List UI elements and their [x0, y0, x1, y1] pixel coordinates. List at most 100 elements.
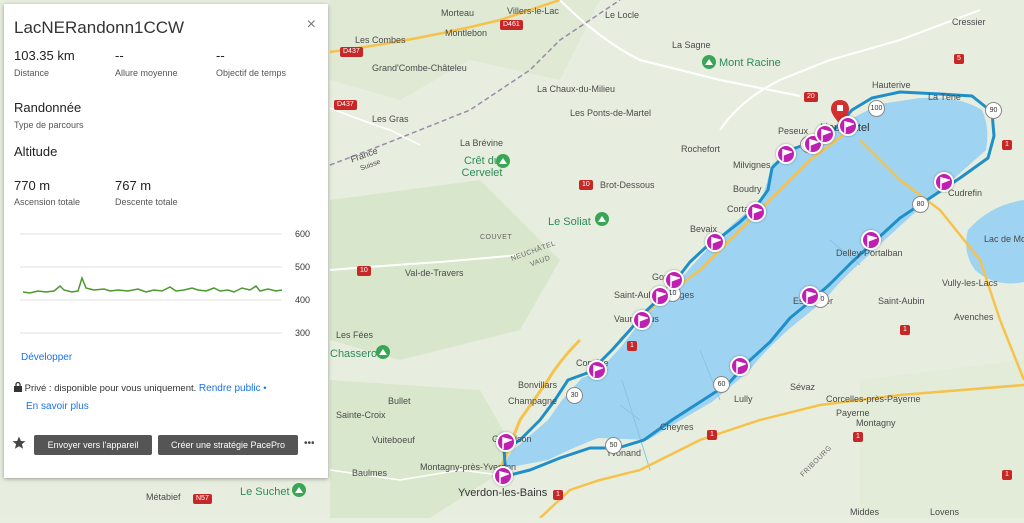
map-label-payerne: Payerne	[836, 408, 870, 418]
more-options-icon[interactable]: •••	[304, 438, 315, 449]
map-label-cheyres: Cheyres	[660, 422, 694, 432]
map-label-mont-racine: Mont Racine	[719, 57, 781, 69]
privacy-row: Privé : disponible pour vous uniquement.…	[14, 381, 267, 394]
map-label-val-de-travers: Val-de-Travers	[405, 268, 464, 278]
map-label-metabief: Métabief	[146, 492, 181, 502]
distance-label: Distance	[14, 68, 50, 78]
map-label-la-brevine: La Brévine	[460, 138, 504, 148]
waypoint-flag-icon[interactable]	[705, 232, 725, 252]
map-label-chaux-du-milieu: La Chaux-du-Milieu	[537, 84, 616, 94]
road-badge: 1	[1002, 140, 1012, 150]
learn-more-link[interactable]: En savoir plus	[26, 401, 89, 412]
map-label-les-combes: Les Combes	[355, 35, 406, 45]
distance-marker: 30	[566, 387, 583, 404]
time-goal-value: --	[216, 48, 225, 63]
elevation-axis-label: 400	[295, 295, 311, 305]
waypoint-flag-icon[interactable]	[730, 356, 750, 376]
map-label-cressier: Cressier	[952, 17, 986, 27]
road-badge: 1	[707, 430, 717, 440]
map-label-bullet: Bullet	[388, 396, 411, 406]
waypoint-flag-icon[interactable]	[838, 116, 858, 136]
altitude-heading: Altitude	[14, 144, 58, 159]
waypoint-flag-icon[interactable]	[493, 466, 513, 486]
map-label-brot-dessous: Brot-Dessous	[600, 180, 655, 190]
road-badge: 1	[1002, 470, 1012, 480]
map-label-saint-aubin-fr: Saint-Aubin	[878, 296, 925, 306]
map-label-cudrefin: Cudrefin	[948, 188, 983, 198]
waypoint-flag-icon[interactable]	[776, 144, 796, 164]
map-label-la-sagne: La Sagne	[672, 40, 711, 50]
elevation-profile-chart[interactable]	[20, 226, 282, 344]
waypoint-flag-icon[interactable]	[587, 360, 607, 380]
waypoint-flag-icon[interactable]	[815, 124, 835, 144]
distance-marker: 100	[868, 100, 885, 117]
waypoint-flag-icon[interactable]	[746, 202, 766, 222]
elevation-axis-label: 600	[295, 229, 311, 239]
map-label-les-fees: Les Fées	[336, 330, 374, 340]
expand-link[interactable]: Développer	[21, 352, 72, 363]
map-label-bonvillars: Bonvillars	[518, 380, 558, 390]
course-title[interactable]: LacNERandonn1CCW	[14, 18, 184, 38]
send-to-device-button[interactable]: Envoyer vers l'appareil	[34, 435, 152, 455]
waypoint-flag-icon[interactable]	[650, 286, 670, 306]
total-ascent-value: 770 m	[14, 178, 51, 193]
map-label-middes: Middes	[850, 507, 880, 517]
elevation-axis-label: 500	[295, 262, 311, 272]
total-descent-label: Descente totale	[115, 197, 178, 207]
map-label-grandcombe: Grand'Combe-Châteleu	[372, 63, 467, 73]
road-badge: 5	[954, 54, 964, 64]
close-icon[interactable]: ×	[307, 16, 316, 34]
map-label-la-tene: La Tène	[928, 92, 961, 102]
privacy-text: Privé : disponible pour vous uniquement.	[24, 383, 197, 394]
waypoint-flag-icon[interactable]	[496, 432, 516, 452]
time-goal-label: Objectif de temps	[216, 68, 287, 78]
map-label-milvignes: Milvignes	[733, 160, 771, 170]
mountain-peak-icon	[292, 483, 306, 497]
elevation-line	[22, 275, 282, 294]
road-badge: 10	[579, 180, 593, 190]
road-badge: D461	[500, 20, 523, 30]
waypoint-flag-icon[interactable]	[934, 172, 954, 192]
lock-icon	[14, 381, 25, 394]
map-label-ponts-de-martel: Les Ponts-de-Martel	[570, 108, 652, 118]
map-label-avenches: Avenches	[954, 312, 994, 322]
road-badge: D437	[334, 100, 357, 110]
make-public-link[interactable]: Rendre public	[199, 383, 261, 394]
waypoint-flag-icon[interactable]	[664, 270, 684, 290]
distance-value: 103.35 km	[14, 48, 75, 63]
map-label-le-suchet: Le Suchet	[240, 486, 290, 498]
star-icon[interactable]	[12, 436, 26, 455]
map-label-vully-les-lacs: Vully-les-Lacs	[942, 278, 998, 288]
distance-marker: 60	[713, 376, 730, 393]
road-badge: 1	[853, 432, 863, 442]
map-label-sevaz: Sévaz	[790, 382, 816, 392]
course-details-panel: LacNERandonn1CCW × 103.35 km Distance --…	[4, 4, 328, 478]
road-badge: 1	[900, 325, 910, 335]
distance-marker: 80	[912, 196, 929, 213]
map-label-hauterive: Hauterive	[872, 80, 911, 90]
road-badge: 10	[357, 266, 371, 276]
total-descent-value: 767 m	[115, 178, 152, 193]
mountain-peak-icon	[496, 154, 510, 168]
road-badge: D437	[340, 47, 363, 57]
road-badge: N57	[193, 494, 212, 504]
map-label-peseux: Peseux	[778, 126, 809, 136]
road-badge: 20	[804, 92, 818, 102]
average-pace-value: --	[115, 48, 124, 63]
map-label-yverdon: Yverdon-les-Bains	[458, 487, 548, 499]
total-ascent-label: Ascension totale	[14, 197, 81, 207]
waypoint-flag-icon[interactable]	[800, 286, 820, 306]
road-badge: 1	[553, 490, 563, 500]
map-label-le-soliat: Le Soliat	[548, 216, 591, 228]
map-label-lac-de-morat: Lac de Morat	[984, 234, 1024, 244]
map-label-champagne: Champagne	[508, 396, 558, 406]
waypoint-flag-icon[interactable]	[632, 310, 652, 330]
activity-type-value: Randonnée	[14, 100, 82, 115]
map-label-morteau: Morteau	[441, 8, 475, 18]
map-label-sainte-croix: Sainte-Croix	[336, 410, 386, 420]
map-label-montagny: Montagny	[856, 418, 896, 428]
map-label-montlebon: Montlebon	[445, 28, 488, 38]
map-label-baulmes: Baulmes	[352, 468, 388, 478]
waypoint-flag-icon[interactable]	[861, 230, 881, 250]
pacepro-button[interactable]: Créer une stratégie PacePro	[158, 435, 298, 455]
